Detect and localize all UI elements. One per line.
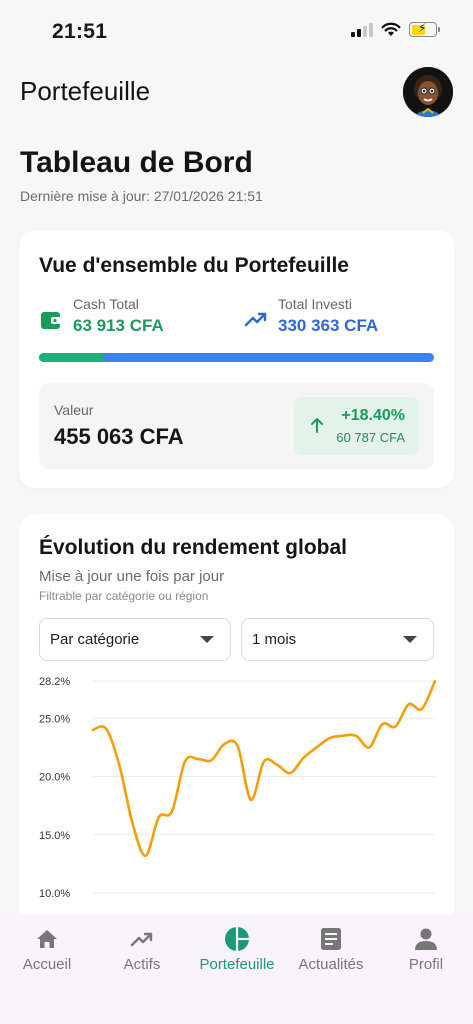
y-tick-label: 15.0% (39, 830, 70, 842)
y-tick-label: 28.2% (39, 676, 70, 688)
category-select-value: Par catégorie (50, 631, 140, 648)
wallet-icon (41, 312, 62, 329)
gain-percent: +18.40% (341, 407, 405, 424)
value-label: Valeur (54, 402, 94, 418)
cash-progress-segment (39, 353, 103, 362)
total-invested-metric: Total Investi 330 363 CFA (244, 296, 378, 336)
wifi-icon (381, 22, 401, 36)
battery-icon: ⚡ (409, 21, 440, 37)
gain-badge: +18.40% 60 787 CFA (294, 397, 419, 455)
nav-item-actualites[interactable]: Actualités (286, 926, 376, 973)
nav-item-portefeuille[interactable]: Portefeuille (192, 926, 282, 973)
status-bar: 21:51 ⚡ (0, 0, 473, 62)
bottom-navigation: Accueil Actifs Portefeuille Actualités P… (0, 914, 473, 1024)
overview-title: Vue d'ensemble du Portefeuille (39, 254, 349, 277)
avatar[interactable] (403, 67, 453, 117)
trending-up-icon (244, 312, 267, 327)
nav-label: Actualités (298, 956, 364, 973)
period-filter-select[interactable]: 1 mois (241, 618, 434, 661)
nav-label: Actifs (123, 956, 161, 973)
nav-item-profil[interactable]: Profil (381, 926, 471, 973)
app-title: Portefeuille (20, 76, 151, 106)
evolution-subtitle: Mise à jour une fois par jour (39, 568, 225, 585)
total-invested-label: Total Investi (278, 296, 352, 312)
y-tick-label: 10.0% (39, 888, 70, 900)
last-update-text: Dernière mise à jour: 27/01/2026 21:51 (20, 188, 263, 204)
nav-item-actifs[interactable]: Actifs (97, 926, 187, 973)
evolution-title: Évolution du rendement global (39, 536, 348, 559)
cellular-signal-icon (351, 22, 373, 37)
pie-chart-icon (225, 927, 249, 951)
cash-total-value: 63 913 CFA (73, 316, 164, 335)
person-icon (415, 928, 437, 950)
gain-amount: 60 787 CFA (336, 430, 405, 445)
status-icons: ⚡ (351, 21, 440, 37)
evolution-hint: Filtrable par catégorie ou région (39, 589, 209, 603)
y-tick-label: 20.0% (39, 772, 70, 784)
trending-up-icon (130, 932, 153, 947)
cash-total-label: Cash Total (73, 296, 139, 312)
performance-evolution-card: Évolution du rendement global Mise à jou… (19, 514, 454, 934)
caret-down-icon (200, 636, 214, 643)
returns-line-chart: 28.2% 25.0% 20.0% 15.0% 10.0% (39, 676, 437, 900)
nav-label: Portefeuille (199, 956, 275, 973)
page-title: Tableau de Bord (20, 146, 253, 179)
caret-down-icon (403, 636, 417, 643)
allocation-progress-bar (39, 353, 434, 362)
portfolio-value-box: Valeur 455 063 CFA +18.40% 60 787 CFA (39, 383, 434, 469)
arrow-up-icon (311, 418, 323, 433)
nav-label: Accueil (22, 956, 72, 973)
article-icon (321, 928, 341, 950)
value-amount: 455 063 CFA (54, 424, 184, 449)
status-time: 21:51 (52, 20, 108, 43)
category-filter-select[interactable]: Par catégorie (39, 618, 231, 661)
nav-label: Profil (408, 956, 444, 973)
cash-total-metric: Cash Total 63 913 CFA (39, 296, 164, 336)
period-select-value: 1 mois (252, 631, 297, 648)
home-icon (37, 930, 57, 948)
y-tick-label: 25.0% (39, 713, 70, 725)
series-line (91, 679, 437, 858)
nav-item-accueil[interactable]: Accueil (2, 926, 92, 973)
portfolio-overview-card: Vue d'ensemble du Portefeuille Cash Tota… (19, 230, 454, 488)
total-invested-value: 330 363 CFA (278, 316, 379, 335)
app-header: Portefeuille (0, 62, 473, 122)
